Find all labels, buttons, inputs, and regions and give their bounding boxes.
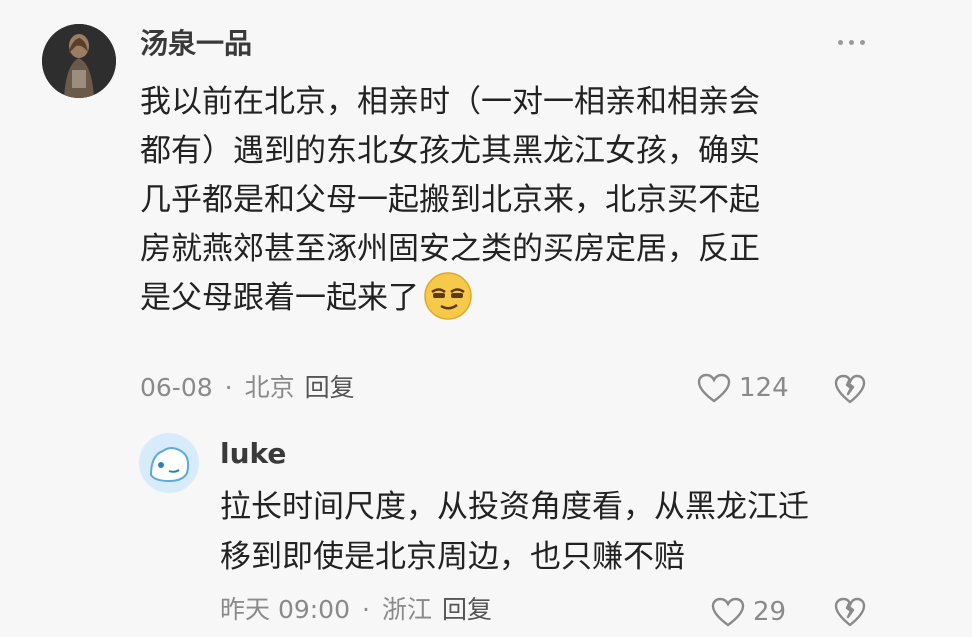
comment-line: 几乎都是和父母一起搬到北京来，北京买不起 bbox=[140, 182, 760, 218]
more-dot-icon bbox=[860, 40, 865, 45]
comment-text: 我以前在北京，相亲时（一对一相亲和相亲会 都有）遇到的东北女孩尤其黑龙江女孩，确… bbox=[140, 78, 900, 325]
comment-date: 06-08 bbox=[140, 373, 213, 402]
reply-line: 移到即使是北京周边，也只赚不赔 bbox=[220, 539, 685, 575]
like-count: 124 bbox=[739, 373, 789, 403]
reply-author[interactable]: luke bbox=[220, 436, 286, 472]
broken-heart-icon[interactable] bbox=[834, 597, 866, 627]
smirk-emoji-icon bbox=[424, 271, 472, 320]
comment-line: 都有）遇到的东北女孩尤其黑龙江女孩，确实 bbox=[140, 133, 760, 169]
avatar[interactable] bbox=[42, 24, 116, 98]
reply-date: 昨天 09:00 bbox=[220, 595, 350, 624]
comment-author[interactable]: 汤泉一品 bbox=[140, 26, 252, 62]
comment-line: 我以前在北京，相亲时（一对一相亲和相亲会 bbox=[140, 84, 760, 120]
comment-line: 房就燕郊甚至涿州固安之类的买房定居，反正 bbox=[140, 231, 760, 267]
avatar[interactable] bbox=[139, 433, 199, 493]
avatar-image bbox=[42, 24, 116, 98]
meta-separator: · bbox=[224, 373, 233, 402]
comment-meta: 06-08 · 北京 回复 bbox=[140, 372, 355, 404]
more-dot-icon bbox=[838, 40, 843, 45]
more-options-button[interactable] bbox=[838, 40, 865, 45]
more-dot-icon bbox=[849, 40, 854, 45]
broken-heart-icon[interactable] bbox=[834, 374, 866, 404]
heart-icon bbox=[697, 373, 731, 403]
like-count: 29 bbox=[753, 597, 787, 627]
comment-line-text: 是父母跟着一起来了 bbox=[140, 280, 419, 316]
heart-icon bbox=[711, 597, 745, 627]
comment-location: 北京 bbox=[244, 373, 295, 402]
reply-button[interactable]: 回复 bbox=[442, 594, 492, 626]
reply-text: 拉长时间尺度，从投资角度看，从黑龙江迁 移到即使是北京周边，也只赚不赔 bbox=[220, 482, 900, 582]
meta-separator: · bbox=[362, 595, 370, 624]
reply-button[interactable]: 回复 bbox=[305, 372, 355, 404]
like-button[interactable]: 29 bbox=[711, 596, 786, 628]
reply-location: 浙江 bbox=[381, 595, 432, 624]
like-button[interactable]: 124 bbox=[697, 372, 789, 404]
comment-line: 是父母跟着一起来了 bbox=[140, 271, 900, 325]
avatar-image bbox=[141, 435, 197, 491]
reply-meta: 昨天 09:00 · 浙江 回复 bbox=[220, 594, 492, 626]
reply-line: 拉长时间尺度，从投资角度看，从黑龙江迁 bbox=[220, 489, 809, 525]
